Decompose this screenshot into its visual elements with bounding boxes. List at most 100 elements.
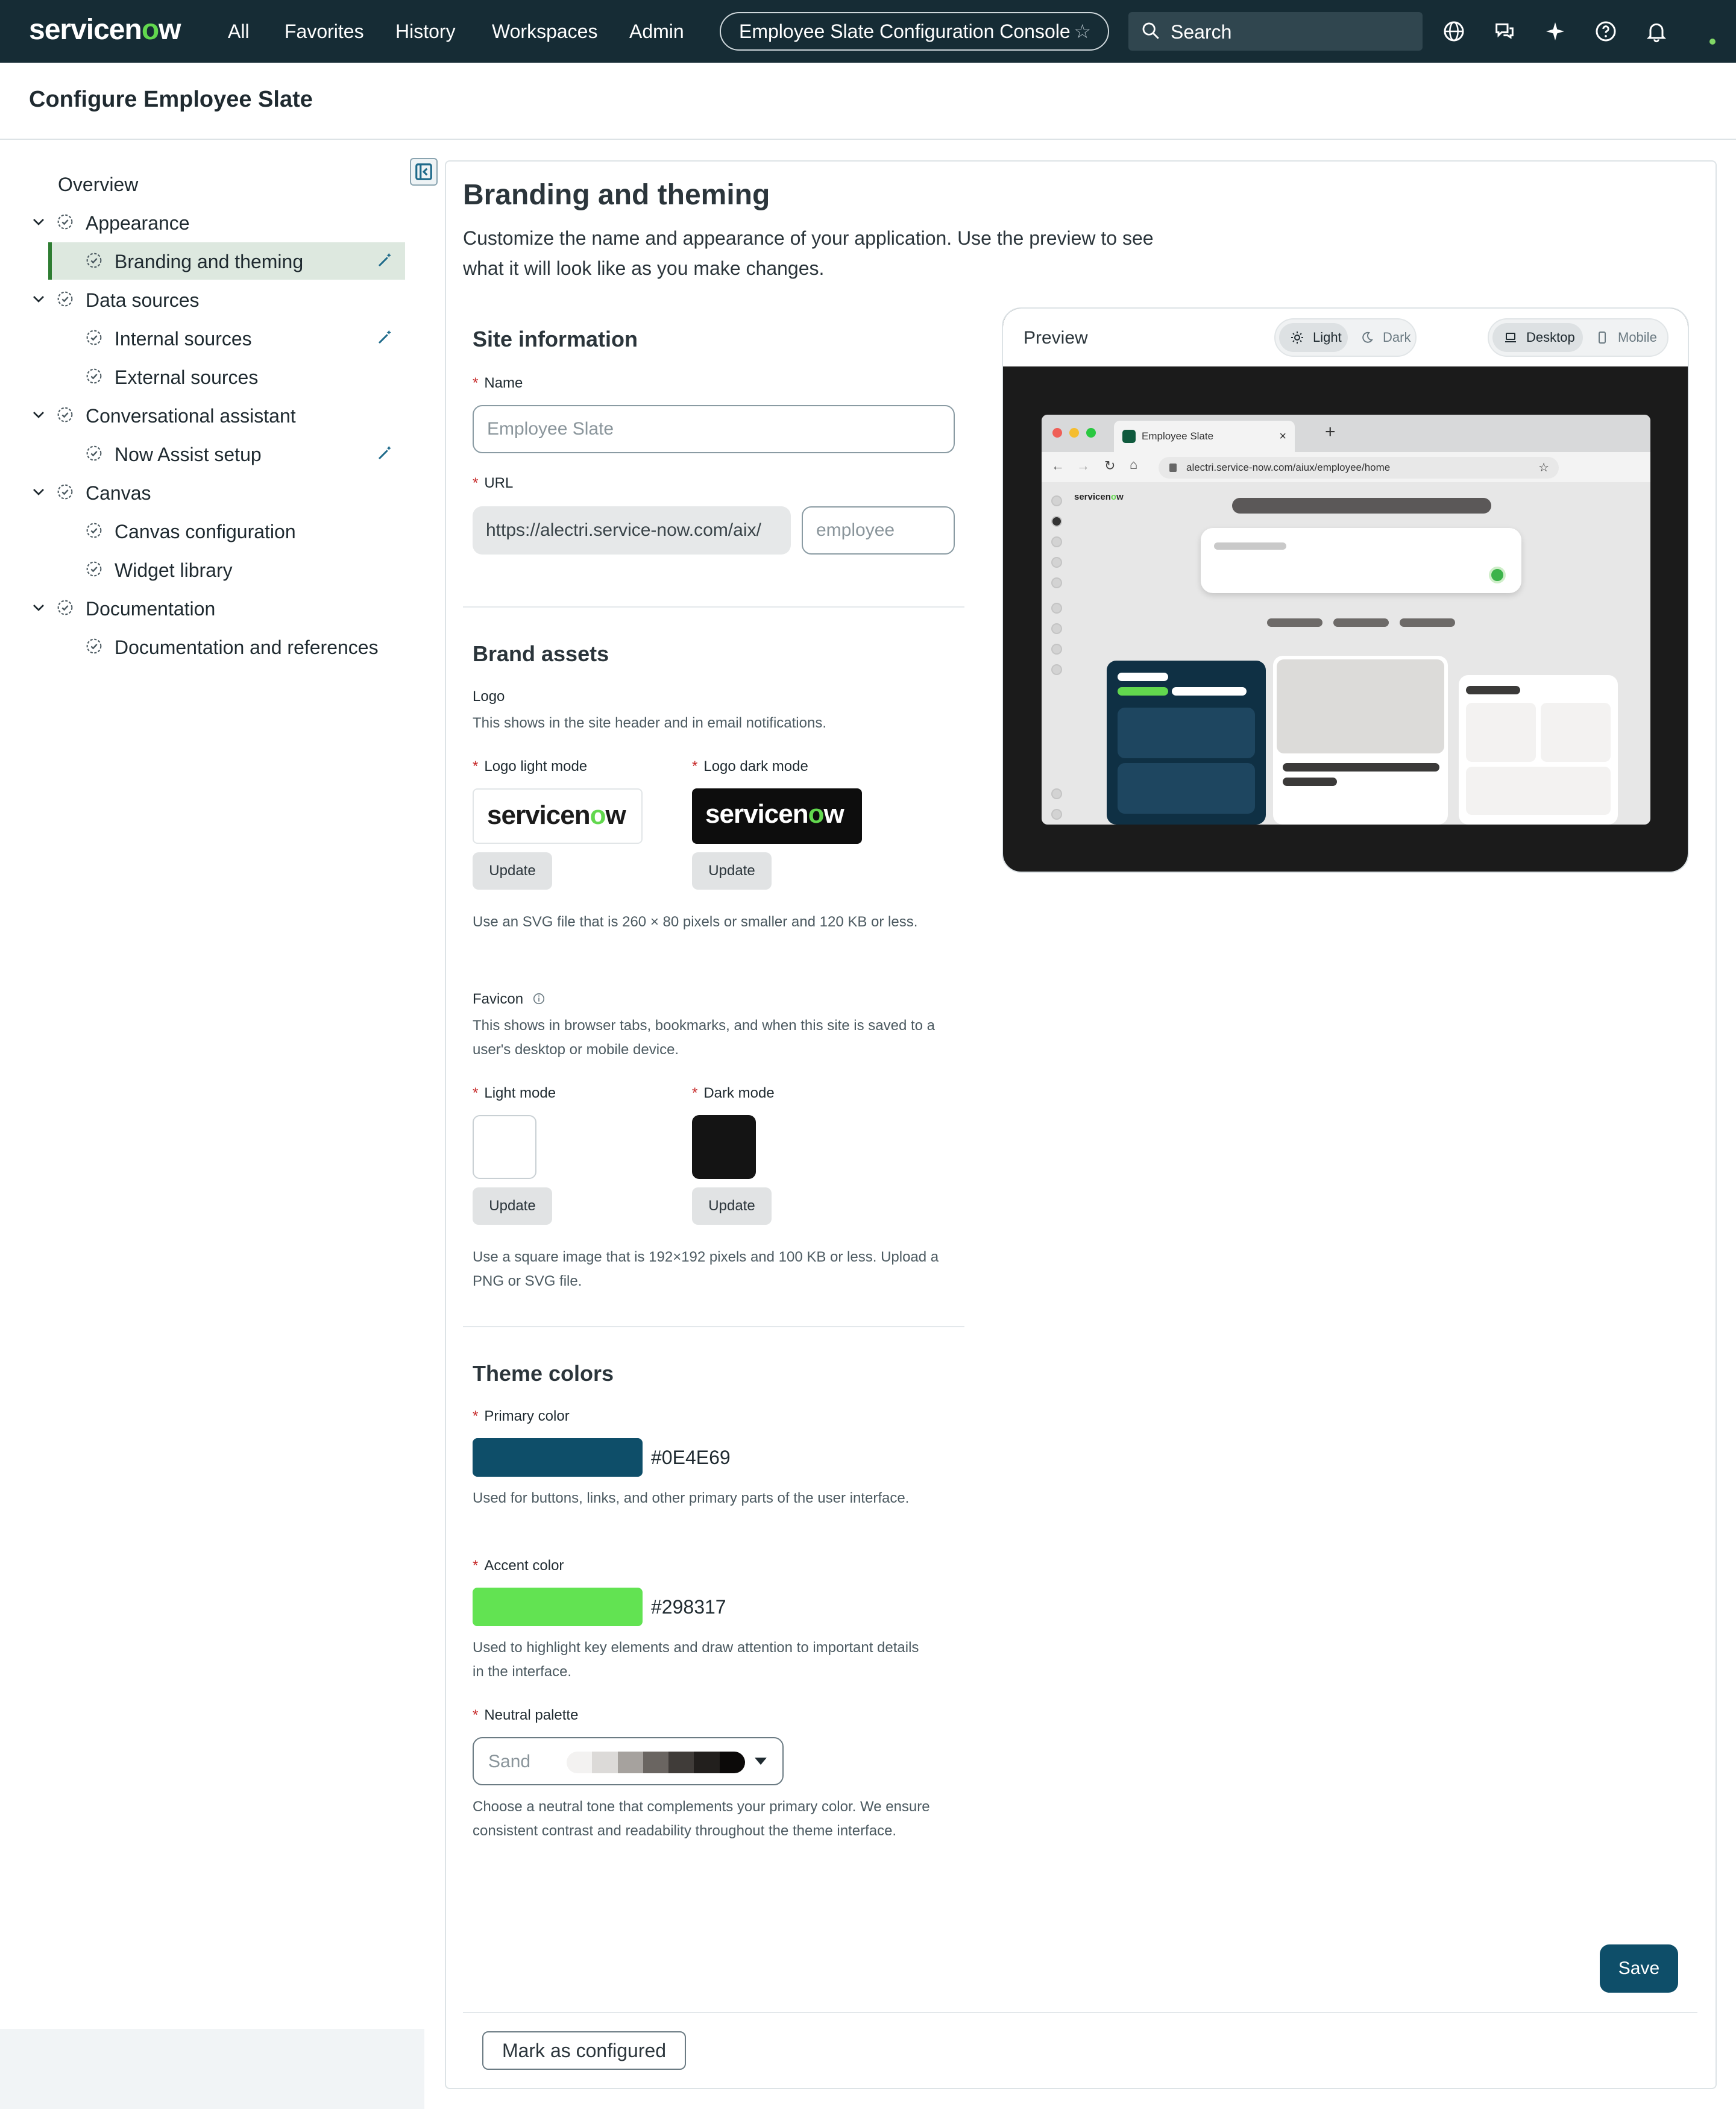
magic-wand-icon[interactable]	[376, 251, 394, 274]
logo-light-mode-text: Logo light mode	[484, 758, 588, 775]
status-check-icon	[84, 636, 104, 661]
sidebar-item-widget-library[interactable]: Widget library	[0, 551, 405, 588]
nav-link-admin[interactable]: Admin	[629, 20, 684, 43]
status-check-icon	[55, 598, 75, 622]
update-favicon-light-button[interactable]: Update	[473, 1187, 552, 1225]
neutral-palette-value: Sand	[488, 1752, 531, 1771]
mark-as-configured-button[interactable]: Mark as configured	[482, 2031, 686, 2070]
logo-text-o: o	[141, 14, 159, 46]
sidebar-item-label: Widget library	[115, 559, 233, 581]
update-favicon-dark-button[interactable]: Update	[692, 1187, 772, 1225]
chevron-down-icon[interactable]	[29, 405, 48, 429]
sidebar-item-label: Canvas configuration	[115, 521, 296, 542]
status-check-icon	[55, 289, 75, 313]
wordmark-end: w	[823, 799, 844, 829]
status-check-icon	[84, 366, 104, 391]
status-check-icon	[84, 559, 104, 583]
nav-link-all[interactable]: All	[228, 20, 250, 43]
logo-dark-mode-label: * Logo dark mode	[692, 758, 808, 775]
neutral-palette-help: Choose a neutral tone that complements y…	[473, 1799, 930, 1839]
help-icon[interactable]	[1594, 19, 1618, 43]
sidebar-item-documentation[interactable]: Documentation	[0, 589, 405, 627]
sidebar-item-label: External sources	[115, 366, 259, 388]
mock-image-placeholder	[1277, 659, 1444, 753]
sidebar-item-appearance[interactable]: Appearance	[0, 204, 405, 241]
servicenow-logo[interactable]: servicenow	[29, 13, 181, 46]
mock-text-bar	[1118, 673, 1168, 681]
nav-link-workspaces[interactable]: Workspaces	[492, 20, 597, 43]
sidebar-item-internal-sources[interactable]: Internal sources	[0, 319, 405, 357]
chat-icon[interactable]	[1492, 19, 1517, 43]
nav-link-favorites[interactable]: Favorites	[285, 20, 364, 43]
mock-url-text: alectri.service-now.com/aiux/employee/ho…	[1186, 462, 1391, 473]
chevron-down-icon	[755, 1758, 767, 1765]
chevron-down-icon[interactable]	[29, 289, 48, 313]
mock-stat-tile	[1466, 703, 1536, 762]
global-search-input[interactable]: Search	[1128, 12, 1423, 51]
name-field-label: * Name	[473, 375, 523, 392]
neutral-palette-select[interactable]: Sand	[473, 1737, 784, 1785]
status-check-icon	[55, 405, 75, 429]
required-marker: *	[473, 475, 479, 491]
collapse-sidebar-button[interactable]	[410, 158, 438, 186]
magic-wand-icon[interactable]	[376, 328, 394, 351]
sidebar-item-label: Data sources	[86, 289, 200, 311]
section-description: Customize the name and appearance of you…	[463, 227, 1154, 279]
update-logo-dark-button[interactable]: Update	[692, 852, 772, 890]
dark-mode-option[interactable]: Dark	[1349, 323, 1415, 352]
home-icon: ⌂	[1130, 457, 1138, 472]
chevron-down-icon[interactable]	[29, 598, 48, 622]
required-marker: *	[692, 758, 698, 775]
sidebar-item-overview[interactable]: Overview	[0, 165, 405, 203]
mock-rail-icon	[1051, 577, 1062, 588]
nav-link-history[interactable]: History	[395, 20, 456, 43]
logo-help-text: This shows in the site header and in ema…	[473, 715, 826, 731]
favicon-help-text: This shows in browser tabs, bookmarks, a…	[473, 1017, 936, 1058]
chevron-down-icon[interactable]	[29, 212, 48, 236]
sidebar-item-documentation-and-references[interactable]: Documentation and references	[0, 628, 405, 665]
update-logo-light-button[interactable]: Update	[473, 852, 552, 890]
sidebar-item-data-sources[interactable]: Data sources	[0, 281, 405, 318]
accent-color-swatch[interactable]	[473, 1588, 643, 1626]
mobile-option[interactable]: Mobile	[1584, 323, 1667, 352]
primary-color-swatch[interactable]	[473, 1438, 643, 1477]
sidebar-item-label: Now Assist setup	[115, 444, 262, 465]
sidebar-item-conversational-assistant[interactable]: Conversational assistant	[0, 397, 405, 434]
sparkle-icon[interactable]	[1543, 19, 1567, 43]
info-icon[interactable]	[532, 992, 546, 1005]
favorite-star-icon[interactable]: ☆	[1074, 13, 1091, 49]
browser-mockup: Employee Slate × + ← → ↻ ⌂ alectri.servi…	[1042, 415, 1650, 825]
favicon-dark-preview	[692, 1115, 756, 1179]
mock-rail-icon	[1051, 809, 1062, 820]
logo-label: Logo	[473, 688, 505, 705]
status-check-icon	[84, 328, 104, 352]
url-suffix-input[interactable]: employee	[802, 506, 955, 555]
magic-wand-icon[interactable]	[376, 444, 394, 467]
required-marker: *	[473, 1085, 479, 1101]
desktop-option[interactable]: Desktop	[1492, 323, 1583, 352]
mock-rail-icon	[1051, 603, 1062, 614]
primary-color-value[interactable]: #0E4E69	[651, 1447, 731, 1469]
console-title-pill[interactable]: Employee Slate Configuration Console ☆	[720, 12, 1109, 51]
sidebar-item-now-assist-setup[interactable]: Now Assist setup	[0, 435, 405, 473]
user-presence-indicator[interactable]	[1708, 37, 1717, 46]
desktop-label: Desktop	[1526, 330, 1575, 345]
save-button[interactable]: Save	[1600, 1944, 1678, 1993]
forward-arrow-icon: →	[1077, 458, 1090, 473]
sidebar-item-external-sources[interactable]: External sources	[0, 358, 405, 395]
close-icon: ×	[1279, 430, 1286, 443]
bell-icon[interactable]	[1644, 19, 1668, 43]
name-input[interactable]: Employee Slate	[473, 405, 955, 453]
sidebar-item-canvas[interactable]: Canvas	[0, 474, 405, 511]
globe-icon[interactable]	[1442, 19, 1466, 43]
chevron-down-icon[interactable]	[29, 482, 48, 506]
console-title: Employee Slate Configuration Console	[739, 20, 1071, 42]
light-mode-option[interactable]: Light	[1279, 323, 1348, 352]
reload-icon: ↻	[1104, 458, 1116, 473]
accent-color-value[interactable]: #298317	[651, 1596, 726, 1618]
bookmark-star-icon: ☆	[1538, 461, 1549, 474]
sidebar: Overview Appearance Branding and theming D…	[0, 140, 424, 2029]
sidebar-item-canvas-configuration[interactable]: Canvas configuration	[0, 512, 405, 550]
sidebar-item-branding-and-theming[interactable]: Branding and theming	[48, 242, 405, 280]
logo-dark-preview: servicenow	[692, 788, 862, 844]
